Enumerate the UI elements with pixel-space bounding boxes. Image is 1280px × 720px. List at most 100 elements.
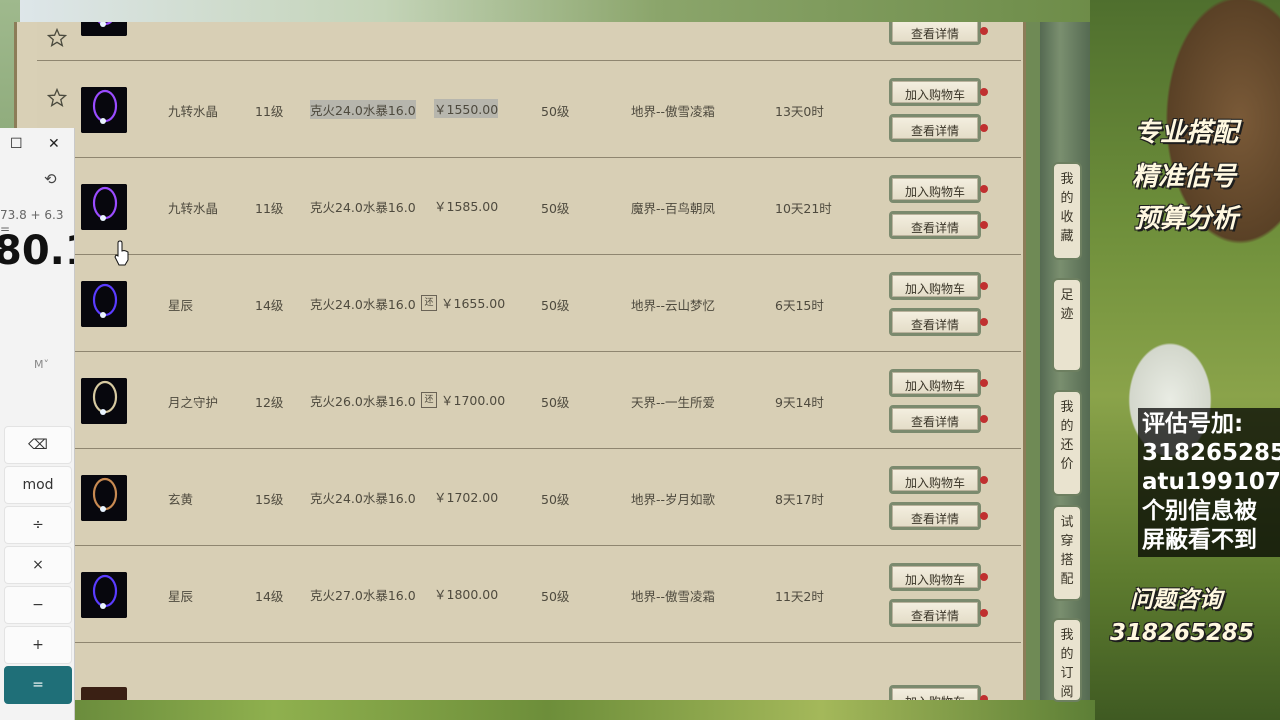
item-level: 12级 <box>255 395 284 410</box>
item-name: 九转水晶 <box>168 201 219 216</box>
plus-button[interactable]: + <box>4 626 72 664</box>
divide-button[interactable]: ÷ <box>4 506 72 544</box>
minus-button[interactable]: − <box>4 586 72 624</box>
contact-id: atu199107 <box>1142 469 1280 495</box>
equals-button[interactable]: = <box>4 666 72 704</box>
maximize-icon[interactable]: ☐ <box>10 136 23 152</box>
close-icon[interactable]: ✕ <box>48 136 60 152</box>
item-stats: 克火24.0水暴16.0 <box>310 491 416 506</box>
listing-panel: 九转水晶 11级 克火24.0水暴16.0 还 ￥1150.00 50级 魔界-… <box>14 22 1026 700</box>
mod-button[interactable]: mod <box>4 466 72 504</box>
item-time-left: 9天14时 <box>775 395 824 410</box>
item-required-level: 50级 <box>541 22 569 23</box>
item-stats: 克火24.0水暴16.0 <box>310 100 416 119</box>
item-required-level: 50级 <box>541 104 570 119</box>
item-stats: 克火24.0水暴16.0 <box>310 297 416 312</box>
calculator-window: ☐ ✕ ⟲ 73.8 + 6.3 = 80.1 M˅ ⌫ mod ÷ × − +… <box>0 128 75 720</box>
item-server: 地界--岁月如歌 <box>631 492 716 507</box>
item-thumbnail[interactable] <box>81 281 127 327</box>
item-name: 星辰 <box>168 298 194 313</box>
item-level: 11级 <box>255 104 284 119</box>
item-level: 15级 <box>255 492 284 507</box>
listing-row: 玄黄 15级 克火24.0水暴16.0 ￥1702.00 50级 地界--岁月如… <box>37 449 1021 546</box>
contact-qq: 318265285 <box>1142 440 1280 466</box>
item-level: 11级 <box>255 22 283 23</box>
promo-line-3: 预算分析 <box>1134 204 1239 234</box>
item-required-level: 50级 <box>541 201 570 216</box>
view-detail-button[interactable]: 查看详情 <box>889 22 988 45</box>
add-to-cart-button[interactable]: 加入购物车 <box>889 369 988 397</box>
contact-title: 评估号加: <box>1142 411 1244 437</box>
consult-label: 问题咨询 <box>1130 587 1222 613</box>
item-time-left: 10天21时 <box>775 201 832 216</box>
view-detail-button[interactable]: 查看详情 <box>889 405 988 433</box>
favorite-star-icon[interactable] <box>46 27 68 48</box>
view-detail-button[interactable]: 查看详情 <box>889 599 988 627</box>
item-time-left: 11天2时 <box>775 589 824 604</box>
item-required-level: 50级 <box>541 492 570 507</box>
side-tab-2[interactable]: 我的还价 <box>1052 390 1082 496</box>
item-thumbnail[interactable] <box>81 572 127 618</box>
item-time-left: 13天0时 <box>775 104 824 119</box>
promo-line-1: 专业搭配 <box>1134 118 1239 148</box>
return-badge: 还 <box>421 391 437 408</box>
background-bottom <box>0 700 1095 720</box>
add-to-cart-button[interactable]: 加入购物车 <box>889 685 988 700</box>
item-server: 地界--傲雪凌霜 <box>631 589 716 604</box>
listing-row: 星辰 14级 克火24.0水暴16.0 还 ￥1655.00 50级 地界--云… <box>37 255 1021 352</box>
item-name: 月之守护 <box>168 395 219 410</box>
item-thumbnail[interactable] <box>81 87 127 133</box>
item-server: 魔界--百鸟朝凤 <box>631 201 716 216</box>
item-price: ￥1655.00 <box>441 296 506 311</box>
item-level: 14级 <box>255 298 284 313</box>
view-detail-button[interactable]: 查看详情 <box>889 211 988 239</box>
calculator-result: 80.1 <box>0 228 74 274</box>
background-top <box>0 0 1095 22</box>
listing-row: 星辰 14级 克火27.0水暴16.0 ￥1800.00 50级 地界--傲雪凌… <box>37 546 1021 643</box>
listing-table: 九转水晶 11级 克火24.0水暴16.0 还 ￥1150.00 50级 魔界-… <box>37 22 1021 700</box>
side-tab-4[interactable]: 我的订阅 <box>1052 618 1082 702</box>
item-stats: 克火24.0水暴16.0 <box>310 200 416 215</box>
listing-row: 九转水晶 11级 克火24.0水暴16.0 还 ￥1150.00 50级 魔界-… <box>37 22 1021 61</box>
item-required-level: 50级 <box>541 298 570 313</box>
listing-row: 九转水晶 11级 克火24.0水暴16.0 ￥1585.00 50级 魔界--百… <box>37 158 1021 255</box>
item-time-left: 8天17时 <box>775 492 824 507</box>
promo-line-2: 精准估号 <box>1132 162 1237 192</box>
item-server: 魔界--白衣胜雪 <box>631 22 715 23</box>
history-icon[interactable]: ⟲ <box>44 170 57 188</box>
add-to-cart-button[interactable]: 加入购物车 <box>889 78 988 106</box>
item-thumbnail[interactable] <box>81 184 127 230</box>
listing-row: 九转水晶 11级 克火24.0水暴16.0 ￥1550.00 50级 地界--傲… <box>37 61 1021 158</box>
side-tab-1[interactable]: 足迹 <box>1052 278 1082 372</box>
item-time-left: 6天15时 <box>775 298 824 313</box>
add-to-cart-button[interactable]: 加入购物车 <box>889 563 988 591</box>
item-thumbnail[interactable] <box>81 687 127 700</box>
item-server: 天界--一生所爱 <box>631 395 716 410</box>
item-price: ￥1585.00 <box>434 199 499 214</box>
item-thumbnail[interactable] <box>81 475 127 521</box>
add-to-cart-button[interactable]: 加入购物车 <box>889 272 988 300</box>
hand-cursor-icon <box>114 240 129 266</box>
favorite-star-icon[interactable] <box>46 87 68 108</box>
contact-box: 评估号加: 318265285 atu199107 个别信息被 屏蔽看不到 <box>1138 408 1280 557</box>
add-to-cart-button[interactable]: 加入购物车 <box>889 175 988 203</box>
multiply-button[interactable]: × <box>4 546 72 584</box>
item-name: 九转水晶 <box>168 104 219 119</box>
item-price: ￥1702.00 <box>434 490 499 505</box>
item-price: ￥1800.00 <box>434 587 499 602</box>
side-tab-3[interactable]: 试穿搭配 <box>1052 505 1082 601</box>
view-detail-button[interactable]: 查看详情 <box>889 114 988 142</box>
item-thumbnail[interactable] <box>81 22 127 36</box>
item-stats: 克火27.0水暴16.0 <box>310 588 416 603</box>
item-price: ￥1700.00 <box>441 393 506 408</box>
view-detail-button[interactable]: 查看详情 <box>889 308 988 336</box>
item-time-left: 3天19时 <box>775 22 824 23</box>
memory-menu[interactable]: M˅ <box>34 358 49 371</box>
item-level: 11级 <box>255 201 284 216</box>
item-thumbnail[interactable] <box>81 378 127 424</box>
add-to-cart-button[interactable]: 加入购物车 <box>889 466 988 494</box>
item-name: 九转水晶 <box>168 22 218 23</box>
backspace-button[interactable]: ⌫ <box>4 426 72 464</box>
view-detail-button[interactable]: 查看详情 <box>889 502 988 530</box>
side-tab-0[interactable]: 我的收藏 <box>1052 162 1082 260</box>
